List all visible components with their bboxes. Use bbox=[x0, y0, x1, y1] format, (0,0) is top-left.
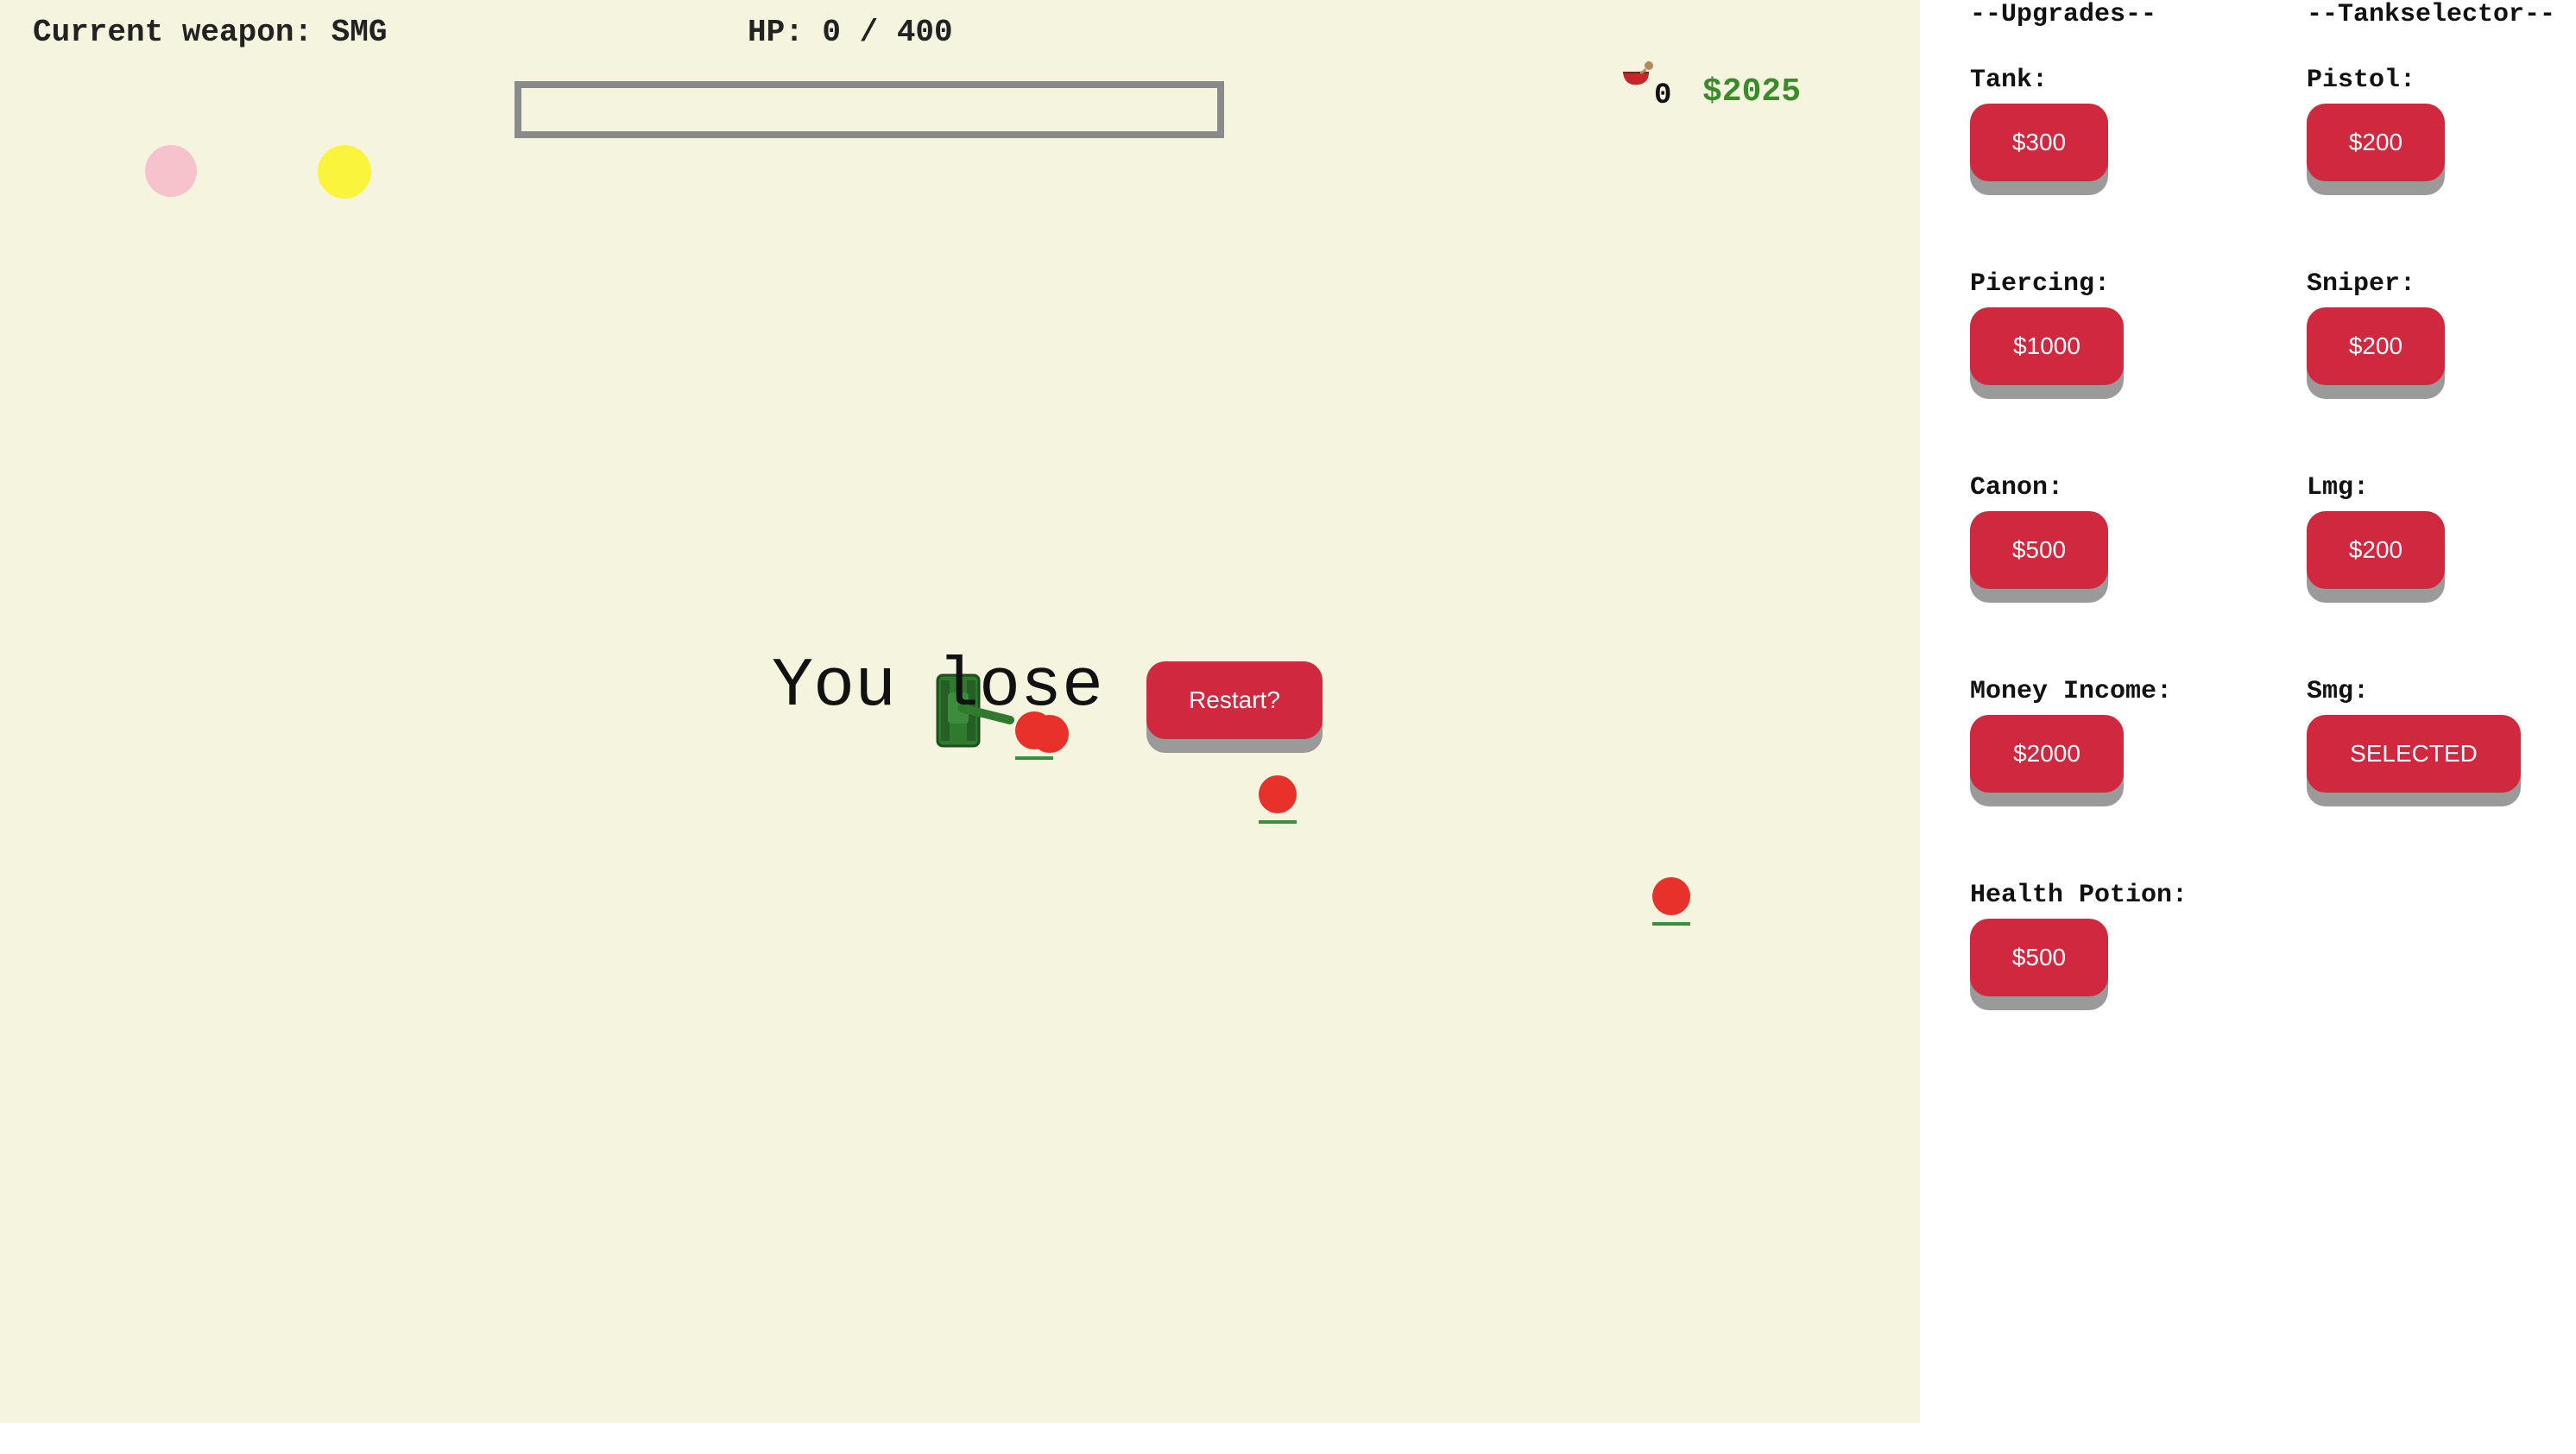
enemy bbox=[1652, 877, 1690, 926]
tank-lmg-label: Lmg: bbox=[2307, 473, 2370, 503]
upgrade-health-potion-button[interactable]: $500 bbox=[1970, 919, 2108, 996]
tank-sniper-label: Sniper: bbox=[2307, 269, 2416, 299]
tank-smg-button[interactable]: SELECTED bbox=[2307, 715, 2521, 793]
upgrade-canon-label: Canon: bbox=[1970, 473, 2064, 503]
potion-count: 0 bbox=[1654, 79, 1672, 112]
upgrade-health-potion-label: Health Potion: bbox=[1970, 881, 2188, 910]
you-lose-message: You lose bbox=[772, 648, 1104, 726]
shop-panel: --Upgrades-- --Tankselector-- Tank: $300… bbox=[1920, 0, 2576, 1454]
upgrade-piercing-button[interactable]: $1000 bbox=[1970, 307, 2124, 385]
current-weapon-label: Current weapon: SMG bbox=[33, 15, 388, 50]
tankselector-heading: --Tankselector-- bbox=[2307, 0, 2556, 29]
tank-lmg-button[interactable]: $200 bbox=[2307, 511, 2445, 589]
game-canvas[interactable]: Current weapon: SMG HP: 0 / 400 0 $2025 bbox=[0, 0, 1920, 1423]
upgrades-heading: --Upgrades-- bbox=[1970, 0, 2157, 29]
enemy-health-bar bbox=[1015, 756, 1053, 760]
enemy bbox=[1259, 775, 1297, 824]
upgrade-piercing-label: Piercing: bbox=[1970, 269, 2111, 299]
hp-label: HP: 0 / 400 bbox=[748, 15, 953, 50]
tank-pistol-label: Pistol: bbox=[2307, 66, 2416, 95]
enemy-health-bar bbox=[1652, 922, 1690, 926]
pink-powerup-orb bbox=[145, 145, 197, 197]
enemy-health-bar bbox=[1259, 820, 1297, 824]
tank-pistol-button[interactable]: $200 bbox=[2307, 104, 2445, 181]
upgrade-money-income-label: Money Income: bbox=[1970, 677, 2173, 706]
yellow-powerup-orb bbox=[318, 145, 371, 199]
tank-smg-label: Smg: bbox=[2307, 677, 2370, 706]
restart-button[interactable]: Restart? bbox=[1146, 661, 1323, 739]
upgrade-tank-label: Tank: bbox=[1970, 66, 2049, 95]
upgrade-canon-button[interactable]: $500 bbox=[1970, 511, 2108, 589]
tank-sniper-button[interactable]: $200 bbox=[2307, 307, 2445, 385]
upgrade-tank-button[interactable]: $300 bbox=[1970, 104, 2108, 181]
money-display: $2025 bbox=[1702, 73, 1802, 111]
upgrade-money-income-button[interactable]: $2000 bbox=[1970, 715, 2124, 793]
hp-bar bbox=[515, 81, 1224, 138]
game-window: Current weapon: SMG HP: 0 / 400 0 $2025 bbox=[0, 0, 2576, 1454]
